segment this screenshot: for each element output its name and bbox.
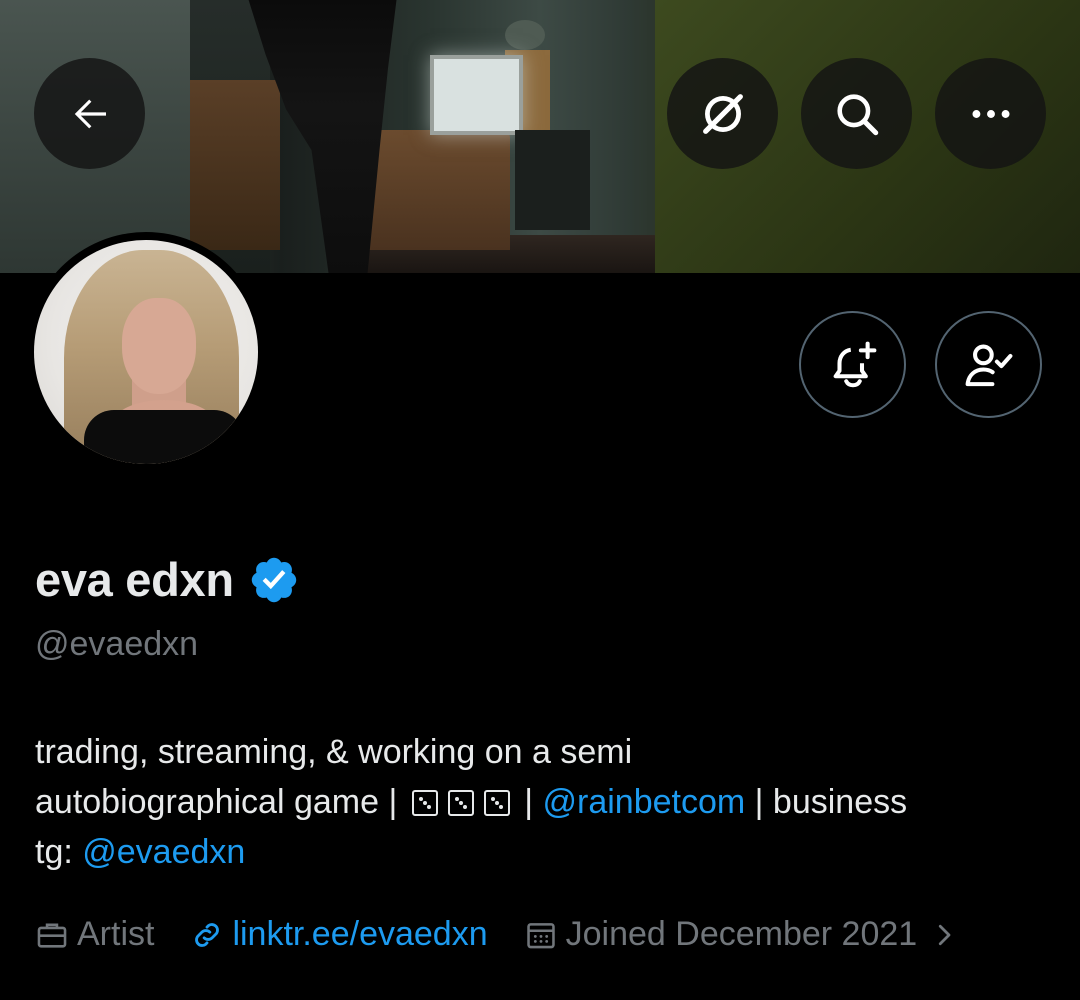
mention-link[interactable]: @evaedxn (82, 833, 245, 871)
website-link[interactable]: linktr.ee/evaedxn (232, 915, 487, 954)
search-button[interactable] (801, 58, 912, 169)
search-icon (836, 93, 878, 135)
following-button[interactable] (935, 311, 1042, 418)
profile-website[interactable]: linktr.ee/evaedxn (190, 915, 488, 954)
notifications-button[interactable] (799, 311, 906, 418)
briefcase-icon (37, 923, 67, 948)
grok-icon (702, 93, 743, 134)
category-label: Artist (77, 915, 155, 953)
bio-separator: | (514, 783, 543, 821)
banner-chair (190, 80, 280, 250)
profile-joined[interactable]: Joined December 2021 (524, 915, 918, 954)
person-check-icon (965, 344, 1012, 386)
mention-link[interactable]: @rainbetcom (542, 783, 745, 821)
avatar[interactable] (34, 240, 258, 464)
avatar-top (84, 410, 244, 464)
dice-icon (447, 790, 474, 816)
dice-icon (483, 790, 510, 816)
joined-date: Joined December 2021 (565, 915, 918, 953)
profile-bio: trading, streaming, & working on a semi … (35, 727, 1055, 877)
chevron-right-icon[interactable] (929, 920, 959, 950)
bio-text: autobiographical game | (35, 783, 407, 821)
grok-button[interactable] (667, 58, 778, 169)
verified-badge-icon[interactable] (248, 554, 300, 606)
profile-banner[interactable] (0, 0, 1080, 273)
profile-handle: @evaedxn (35, 625, 199, 663)
banner-cabinet (515, 130, 590, 230)
more-button[interactable] (935, 58, 1046, 169)
back-button[interactable] (34, 58, 145, 169)
profile-meta: Artist linktr.ee/evaedxn Joined December… (35, 915, 959, 954)
banner-tv (430, 55, 523, 135)
arrow-left-icon (74, 99, 106, 128)
dice-icon (411, 790, 438, 816)
bio-line-1: trading, streaming, & working on a semi (35, 733, 633, 771)
bio-line-2: autobiographical game | | @rainbetcom | … (35, 777, 1055, 827)
bio-text: | business (745, 783, 908, 821)
banner-plant (505, 20, 545, 50)
calendar-icon (526, 922, 555, 948)
avatar-face (122, 298, 196, 394)
bio-text: tg: (35, 833, 83, 871)
more-horizontal-icon (971, 109, 1010, 118)
display-name: eva edxn (35, 553, 234, 606)
profile-name-row: eva edxn (35, 552, 300, 607)
bell-plus-icon (833, 341, 876, 387)
profile-category: Artist (35, 915, 154, 954)
link-icon (195, 922, 220, 947)
bio-line-3: tg: @evaedxn (35, 827, 1055, 877)
